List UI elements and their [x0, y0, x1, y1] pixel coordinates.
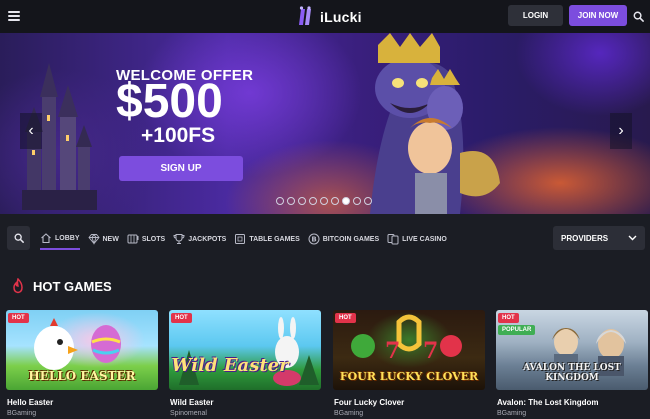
hot-badge: HOT	[498, 313, 519, 323]
providers-dropdown[interactable]: PROVIDERS	[553, 226, 645, 250]
hamburger-menu-icon[interactable]	[8, 11, 20, 21]
carousel-dot[interactable]	[364, 197, 372, 205]
diamond-icon	[87, 233, 100, 245]
tab-label: LOBBY	[55, 234, 80, 242]
tab-label: NEW	[102, 235, 119, 243]
welcome-offer-amount: $500	[116, 75, 223, 128]
carousel-dot[interactable]	[342, 197, 350, 205]
game-art-title: Wild Easter	[171, 355, 289, 376]
category-nav: LOBBY NEW SLOTS JACKPOTS TABLE GAMES B B…	[0, 214, 650, 262]
game-art-title: HELLO EASTER	[28, 369, 136, 383]
carousel-dots	[276, 197, 372, 205]
tab-jackpots[interactable]: JACKPOTS	[173, 228, 226, 250]
sign-up-button[interactable]: SIGN UP	[119, 156, 243, 181]
game-thumbnail[interactable]: AVALON THE LOST KINGDOM HOT POPULAR	[496, 310, 648, 390]
popular-badge: POPULAR	[498, 325, 536, 335]
game-provider: BGaming	[334, 410, 364, 417]
ilucki-logo-icon	[299, 5, 311, 25]
game-card-wild-easter[interactable]: Wild Easter HOT Wild Easter Spinomenal	[169, 310, 321, 419]
live-cards-icon	[387, 234, 399, 245]
svg-text:B: B	[311, 236, 316, 244]
carousel-dot[interactable]	[331, 197, 339, 205]
characters-illustration	[370, 33, 500, 214]
tab-slots[interactable]: SLOTS	[127, 228, 165, 250]
svg-text:7: 7	[423, 338, 438, 364]
game-card-four-lucky-clover[interactable]: 7 7 FOUR LUCKY CLOVER HOT Four Lucky Clo…	[333, 310, 485, 419]
carousel-dot[interactable]	[298, 197, 306, 205]
welcome-offer-freespins: +100FS	[141, 124, 216, 147]
hot-badge: HOT	[8, 313, 29, 323]
tab-label: BITCOIN GAMES	[322, 235, 380, 243]
cards-icon	[235, 234, 246, 244]
home-icon	[41, 233, 51, 244]
brand-logo[interactable]: iLucki	[296, 5, 362, 28]
tab-live-casino[interactable]: LIVE CASINO	[387, 228, 447, 250]
game-card-hello-easter[interactable]: HELLO EASTER HOT Hello Easter BGaming	[6, 310, 158, 419]
game-provider: Spinomenal	[170, 410, 207, 417]
tab-bitcoin-games[interactable]: B BITCOIN GAMES	[308, 228, 379, 250]
game-name[interactable]: Four Lucky Clover	[334, 398, 404, 407]
chevron-left-icon: ‹	[28, 122, 34, 139]
chevron-down-icon	[628, 235, 637, 241]
game-provider: BGaming	[497, 410, 527, 417]
category-tabs: LOBBY NEW SLOTS JACKPOTS TABLE GAMES B B…	[40, 228, 455, 250]
tab-label: LIVE CASINO	[402, 235, 447, 243]
game-name[interactable]: Hello Easter	[7, 398, 53, 407]
carousel-prev-button[interactable]: ‹	[20, 113, 42, 149]
carousel-dot[interactable]	[287, 197, 295, 205]
trophy-icon	[173, 234, 185, 244]
game-name[interactable]: Wild Easter	[170, 398, 214, 407]
carousel-next-button[interactable]: ›	[610, 113, 632, 149]
svg-text:7: 7	[385, 338, 400, 364]
game-name[interactable]: Avalon: The Lost Kingdom	[497, 398, 598, 407]
search-icon	[14, 233, 24, 243]
hot-badge: HOT	[335, 313, 356, 323]
carousel-dot[interactable]	[276, 197, 284, 205]
hot-badge: HOT	[171, 313, 192, 323]
bitcoin-icon: B	[308, 233, 320, 245]
game-thumbnail[interactable]: HELLO EASTER HOT	[6, 310, 158, 390]
login-button[interactable]: LOGIN	[508, 5, 563, 26]
fire-icon	[13, 278, 23, 294]
brand-name: iLucki	[320, 8, 362, 25]
tab-label: TABLE GAMES	[249, 235, 300, 243]
tab-new[interactable]: NEW	[87, 228, 119, 250]
game-thumbnail[interactable]: Wild Easter HOT	[169, 310, 321, 390]
game-art-title: FOUR LUCKY CLOVER	[339, 370, 479, 383]
chevron-right-icon: ›	[618, 122, 624, 139]
tab-label: JACKPOTS	[188, 235, 227, 243]
hero-banner[interactable]: WELCOME OFFER $500 +100FS SIGN UP ‹ ›	[0, 33, 650, 214]
slots-icon	[127, 234, 139, 244]
top-bar: iLucki LOGIN JOIN NOW	[0, 0, 650, 33]
game-thumbnail[interactable]: 7 7 FOUR LUCKY CLOVER HOT	[333, 310, 485, 390]
wild-easter-art	[179, 317, 319, 386]
section-title: HOT GAMES	[33, 278, 112, 294]
carousel-dot[interactable]	[309, 197, 317, 205]
carousel-dot[interactable]	[320, 197, 328, 205]
carousel-dot[interactable]	[353, 197, 361, 205]
providers-label: PROVIDERS	[561, 233, 609, 243]
game-art-title: AVALON THE LOST KINGDOM	[523, 363, 621, 383]
search-icon[interactable]	[633, 11, 644, 22]
game-provider: BGaming	[7, 410, 37, 417]
tab-label: SLOTS	[141, 235, 166, 243]
tab-table-games[interactable]: TABLE GAMES	[234, 228, 300, 250]
game-card-avalon[interactable]: AVALON THE LOST KINGDOM HOT POPULAR Aval…	[496, 310, 648, 419]
tab-lobby[interactable]: LOBBY	[40, 228, 80, 250]
hot-games-heading: HOT GAMES	[11, 278, 112, 294]
game-search-button[interactable]	[7, 226, 30, 250]
join-now-button[interactable]: JOIN NOW	[569, 5, 627, 26]
